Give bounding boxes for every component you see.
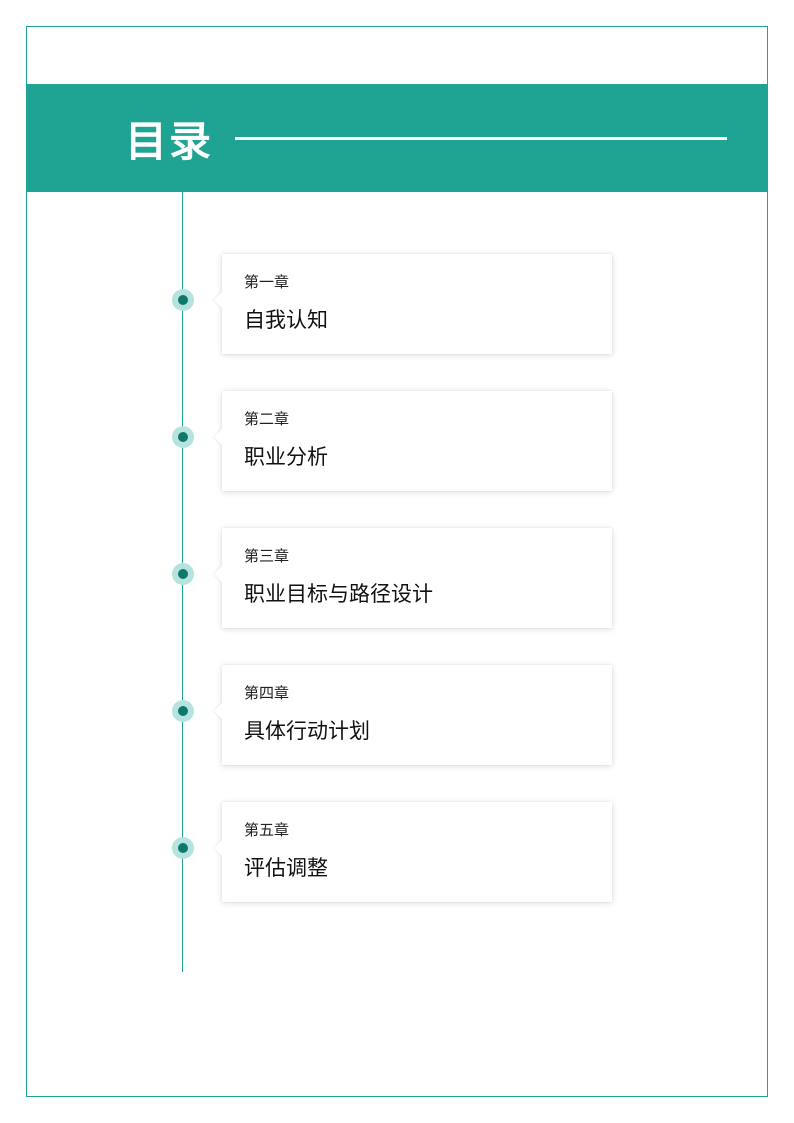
- toc-container: 第一章 自我认知 第二章 职业分析 第三章 职业目标与路径设计 第四章 具体行动…: [27, 254, 767, 939]
- page-title: 目录: [125, 108, 213, 169]
- bullet-inner-icon: [178, 843, 188, 853]
- toc-card: 第四章 具体行动计划: [222, 665, 612, 765]
- chapter-label: 第二章: [244, 408, 590, 429]
- chapter-label: 第五章: [244, 819, 590, 840]
- bullet-inner-icon: [178, 295, 188, 305]
- bullet-inner-icon: [178, 569, 188, 579]
- bullet-icon: [172, 289, 194, 311]
- toc-item: 第二章 职业分析: [27, 391, 767, 491]
- bullet-icon: [172, 563, 194, 585]
- chapter-label: 第三章: [244, 545, 590, 566]
- chapter-title: 具体行动计划: [244, 715, 590, 745]
- chapter-title: 职业目标与路径设计: [244, 578, 590, 608]
- bullet-inner-icon: [178, 706, 188, 716]
- toc-card: 第二章 职业分析: [222, 391, 612, 491]
- toc-item: 第一章 自我认知: [27, 254, 767, 354]
- toc-card: 第五章 评估调整: [222, 802, 612, 902]
- chapter-label: 第四章: [244, 682, 590, 703]
- toc-item: 第三章 职业目标与路径设计: [27, 528, 767, 628]
- chapter-label: 第一章: [244, 271, 590, 292]
- bullet-inner-icon: [178, 432, 188, 442]
- toc-card: 第三章 职业目标与路径设计: [222, 528, 612, 628]
- chapter-title: 评估调整: [244, 852, 590, 882]
- toc-item: 第四章 具体行动计划: [27, 665, 767, 765]
- bullet-icon: [172, 837, 194, 859]
- chapter-title: 自我认知: [244, 304, 590, 334]
- bullet-icon: [172, 426, 194, 448]
- header-banner: 目录: [27, 84, 767, 192]
- toc-card: 第一章 自我认知: [222, 254, 612, 354]
- bullet-icon: [172, 700, 194, 722]
- header-divider-line: [235, 137, 727, 140]
- chapter-title: 职业分析: [244, 441, 590, 471]
- toc-item: 第五章 评估调整: [27, 802, 767, 902]
